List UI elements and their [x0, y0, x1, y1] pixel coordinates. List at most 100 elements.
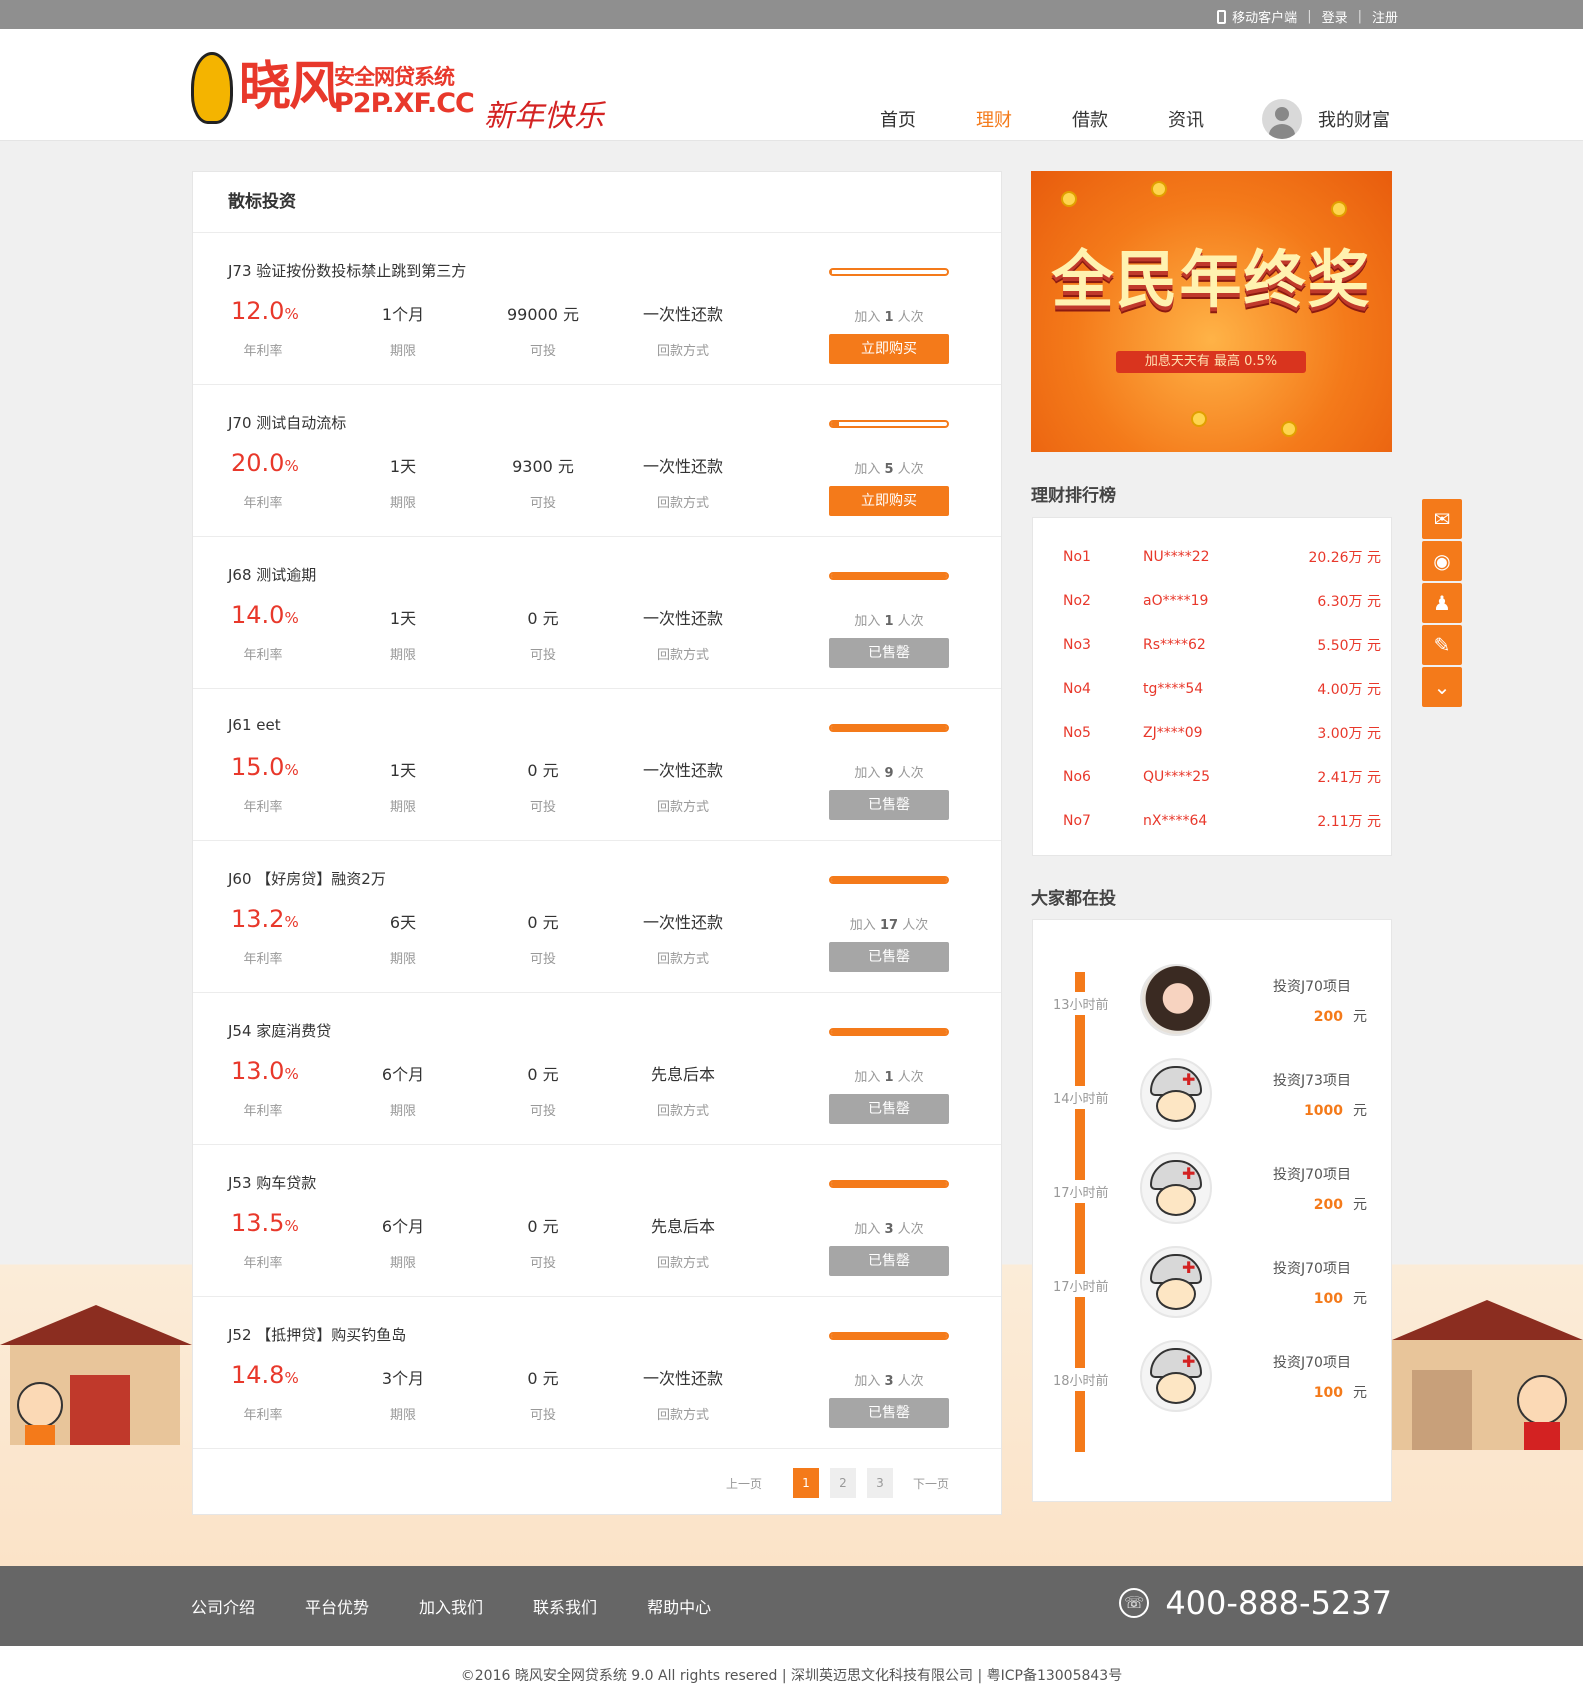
- weibo-button[interactable]: ◉: [1422, 541, 1462, 581]
- footer-link[interactable]: 平台优势: [305, 1594, 369, 1618]
- footer-links: 公司介绍 平台优势 加入我们 联系我们 帮助中心: [191, 1594, 761, 1618]
- loan-available: 9300 元: [512, 457, 574, 476]
- next-page-link[interactable]: 下一页: [913, 1475, 949, 1492]
- rate-value: 15.0: [231, 753, 285, 781]
- percent-sign: %: [284, 609, 299, 627]
- footer-link[interactable]: 联系我们: [533, 1594, 597, 1618]
- coin-icon: [1151, 181, 1167, 197]
- main-nav: 首页 理财 借款 资讯 我的财富: [880, 99, 1390, 139]
- pagination: 上一页 1 2 3 下一页: [706, 1468, 949, 1498]
- available-label: 可投: [529, 648, 556, 663]
- prev-page-link[interactable]: 上一页: [726, 1475, 762, 1492]
- nav-item[interactable]: 借款: [1072, 106, 1108, 132]
- term-label: 期限: [389, 648, 416, 663]
- nav-item[interactable]: 资讯: [1168, 106, 1204, 132]
- investment-item: 13小时前 投资J70项目 200 元: [1033, 956, 1393, 1056]
- phone-icon: ☏: [1119, 1588, 1150, 1618]
- joined-number: 1: [884, 310, 894, 325]
- percent-sign: %: [284, 1369, 299, 1387]
- time-ago: 18小时前: [1053, 1368, 1109, 1391]
- wechat-icon: ✉: [1433, 507, 1451, 531]
- mobile-client-link[interactable]: 移动客户端: [1207, 7, 1307, 26]
- buy-now-button[interactable]: 立即购买: [829, 486, 949, 516]
- login-link[interactable]: 登录: [1312, 7, 1358, 26]
- loan-name[interactable]: J70 测试自动流标: [228, 412, 346, 433]
- loan-term: 3个月: [381, 1369, 425, 1388]
- investment-amount: 200 元: [1273, 1194, 1385, 1214]
- promo-banner[interactable]: 全民年终奖 加息天天有 最高 0.5%: [1031, 171, 1392, 452]
- loan-available: 0 元: [527, 761, 559, 780]
- investment-project[interactable]: 投资J70项目: [1273, 1352, 1351, 1372]
- nav-item[interactable]: 首页: [880, 106, 916, 132]
- face-icon: [1156, 1372, 1196, 1404]
- sold-out-button: 已售罄: [829, 1246, 949, 1276]
- loan-name[interactable]: J61 eet: [228, 716, 281, 734]
- loan-available: 0 元: [527, 609, 559, 628]
- repay-label: 回款方式: [656, 952, 709, 967]
- loan-name[interactable]: J73 验证按份数投标禁止跳到第三方: [228, 260, 466, 281]
- page-button[interactable]: 3: [866, 1468, 893, 1498]
- wechat-button[interactable]: ✉: [1422, 499, 1462, 539]
- ranking-title: 理财排行榜: [1031, 486, 1116, 506]
- amount-value: 200: [1313, 1009, 1343, 1025]
- progress-bar: [829, 1028, 949, 1036]
- loan-repay: 先息后本: [650, 1217, 715, 1236]
- nav-item[interactable]: 理财: [976, 106, 1012, 132]
- annual-rate: 13.5%: [231, 1209, 299, 1237]
- percent-sign: %: [284, 457, 299, 475]
- chevron-down-button[interactable]: ⌄: [1422, 667, 1462, 707]
- footer-link[interactable]: 帮助中心: [647, 1594, 711, 1618]
- loan-repay: 一次性还款: [642, 609, 723, 628]
- loan-list: J73 验证按份数投标禁止跳到第三方 12.0% 年利率 1个月 期限 99000 元可投…: [193, 233, 1001, 1449]
- investment-project[interactable]: 投资J70项目: [1273, 1164, 1351, 1184]
- loan-row: J68 测试逾期 14.0% 年利率 1天 期限 0 元可投 一次性还款 回款方式 加入 1 人…: [193, 537, 1001, 689]
- footer-link[interactable]: 公司介绍: [191, 1594, 255, 1618]
- investor-avatar: ✚: [1140, 1152, 1212, 1224]
- amount-value: 1000: [1304, 1103, 1343, 1119]
- investment-project[interactable]: 投资J73项目: [1273, 1070, 1351, 1090]
- loan-name[interactable]: J60 【好房贷】融资2万: [228, 868, 386, 889]
- ranking-row: No3 Rs****62 5.50万 元: [1033, 623, 1391, 667]
- register-link[interactable]: 注册: [1362, 7, 1408, 26]
- investor-avatar: [1140, 964, 1212, 1036]
- investor-avatar: ✚: [1140, 1058, 1212, 1130]
- available-label: 可投: [529, 800, 556, 815]
- page-button[interactable]: 1: [792, 1468, 819, 1498]
- joined-suffix: 人次: [897, 1374, 924, 1389]
- loan-name[interactable]: J53 购车贷款: [228, 1172, 316, 1193]
- rate-value: 12.0: [231, 297, 285, 325]
- edit-button[interactable]: ✎: [1422, 625, 1462, 665]
- term-label: 期限: [389, 1408, 416, 1423]
- phone-icon: [1217, 10, 1227, 24]
- amount-value: 100: [1313, 1385, 1343, 1401]
- qq-icon: ♟: [1433, 591, 1451, 615]
- progress-bar: [829, 1180, 949, 1188]
- site-logo[interactable]: 晓风 安全网贷系统 P2P.XF.CC: [191, 47, 475, 127]
- page-button[interactable]: 2: [829, 1468, 856, 1498]
- loan-name[interactable]: J54 家庭消费贷: [228, 1020, 331, 1041]
- loan-name[interactable]: J52 【抵押贷】购买钓鱼岛: [228, 1324, 406, 1345]
- investment-project[interactable]: 投资J70项目: [1273, 1258, 1351, 1278]
- red-cross-icon: ✚: [1182, 1164, 1196, 1183]
- joined-number: 3: [884, 1222, 894, 1237]
- buy-now-button[interactable]: 立即购买: [829, 334, 949, 364]
- loan-row: J61 eet 15.0% 年利率 1天 期限 0 元可投 一次性还款 回款方式 加入 9 人次…: [193, 689, 1001, 841]
- qq-button[interactable]: ♟: [1422, 583, 1462, 623]
- red-cross-icon: ✚: [1182, 1352, 1196, 1371]
- rate-value: 13.2: [231, 905, 285, 933]
- progress-fill: [831, 1030, 947, 1034]
- chevron-down-icon: ⌄: [1433, 675, 1451, 699]
- rank-amount: 3.00万 元: [1317, 726, 1381, 742]
- sold-out-button: 已售罄: [829, 790, 949, 820]
- progress-bar: [829, 876, 949, 884]
- loan-name[interactable]: J68 测试逾期: [228, 564, 316, 585]
- rate-label: 年利率: [243, 496, 283, 511]
- investment-project[interactable]: 投资J70项目: [1273, 976, 1351, 996]
- footer-link[interactable]: 加入我们: [419, 1594, 483, 1618]
- my-wealth-link[interactable]: 我的财富: [1262, 99, 1390, 139]
- joined-prefix: 加入: [854, 1374, 881, 1389]
- loan-repay: 一次性还款: [642, 913, 723, 932]
- rank-user: tg****54: [1143, 681, 1204, 697]
- term-label: 期限: [389, 800, 416, 815]
- joined-prefix: 加入: [854, 766, 881, 781]
